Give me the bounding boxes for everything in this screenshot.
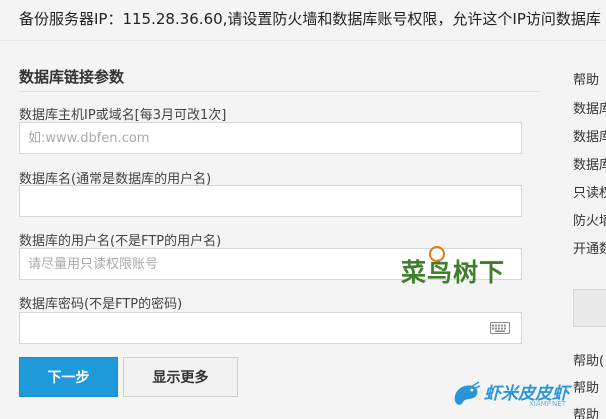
sidebar-item-readonly[interactable]: 只读权 [573, 182, 606, 201]
next-step-button[interactable]: 下一步 [19, 357, 118, 397]
help-sidebar: 帮助 数据库 数据库 数据库 只读权 防火墙 开通数 帮助( 帮助 帮助 [566, 41, 606, 419]
show-more-button[interactable]: 显示更多 [123, 357, 238, 397]
sidebar-item-db-1[interactable]: 数据库 [573, 98, 606, 117]
watermark-dot-icon [429, 246, 445, 262]
shrimp-icon [454, 381, 481, 405]
sidebar-item-db-3[interactable]: 数据库 [573, 154, 606, 173]
password-label: 数据库密码(不是FTP的密码) [19, 297, 183, 312]
keyboard-icon[interactable] [490, 322, 510, 334]
sidebar-item-firewall[interactable]: 防火墙 [573, 210, 606, 229]
password-input[interactable] [19, 312, 522, 344]
sidebar-button[interactable] [573, 289, 606, 327]
username-label: 数据库的用户名(不是FTP的用户名) [19, 234, 222, 249]
watermark-logo: 菜鸟树下 [401, 246, 527, 287]
sidebar-item-db-2[interactable]: 数据库 [573, 126, 606, 145]
watermark-site: XIAMP.NET [529, 400, 566, 408]
sidebar-item-help-2[interactable]: 帮助( [573, 350, 604, 369]
backup-ip-notice: 备份服务器IP：115.28.36.60,请设置防火墙和数据库账号权限，允许这个… [0, 0, 606, 40]
section-divider [19, 91, 540, 92]
watermark-logo-2: 虾米皮皮虾 XIAMP.NET [451, 375, 606, 419]
db-connection-form: 数据库链接参数 数据库主机IP或域名[每3月可改1次] 数据库名(通常是数据库的… [0, 41, 555, 419]
host-label: 数据库主机IP或域名[每3月可改1次] [19, 108, 227, 123]
host-input[interactable] [19, 122, 522, 154]
section-title: 数据库链接参数 [19, 68, 125, 86]
watermark-text: 菜鸟树下 [401, 258, 506, 287]
dbname-input[interactable] [19, 185, 522, 217]
sidebar-item-help[interactable]: 帮助 [573, 69, 599, 88]
sidebar-item-enable[interactable]: 开通数 [573, 238, 606, 257]
